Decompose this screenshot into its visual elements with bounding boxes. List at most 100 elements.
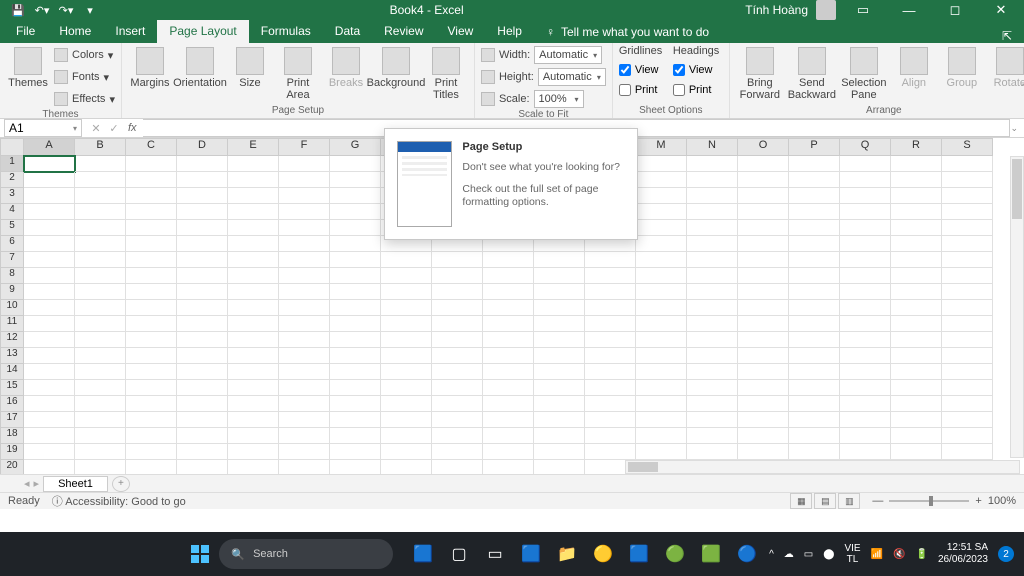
cell[interactable] xyxy=(789,156,840,172)
cell[interactable] xyxy=(381,380,432,396)
page-layout-view-icon[interactable]: ▤ xyxy=(814,493,836,509)
cell[interactable] xyxy=(24,172,75,188)
row-header[interactable]: 19 xyxy=(0,444,24,460)
cell[interactable] xyxy=(636,300,687,316)
row-header[interactable]: 17 xyxy=(0,412,24,428)
cell[interactable] xyxy=(381,444,432,460)
column-header[interactable]: R xyxy=(891,138,942,156)
cancel-formula-icon[interactable]: ✕ xyxy=(88,122,104,135)
cell[interactable] xyxy=(840,284,891,300)
cell[interactable] xyxy=(891,172,942,188)
zoom-slider[interactable] xyxy=(889,500,969,502)
cell[interactable] xyxy=(126,428,177,444)
cell[interactable] xyxy=(279,188,330,204)
cell[interactable] xyxy=(279,252,330,268)
background-button[interactable]: Background xyxy=(372,45,420,89)
cell[interactable] xyxy=(840,316,891,332)
zoom-in-icon[interactable]: + xyxy=(975,495,981,507)
close-icon[interactable]: ✕ xyxy=(982,2,1020,18)
cell[interactable] xyxy=(75,204,126,220)
cell[interactable] xyxy=(840,428,891,444)
cell[interactable] xyxy=(228,204,279,220)
cell[interactable] xyxy=(228,284,279,300)
tray-chevron-icon[interactable]: ^ xyxy=(769,549,774,560)
cell[interactable] xyxy=(942,316,993,332)
cell[interactable] xyxy=(483,268,534,284)
row-header[interactable]: 11 xyxy=(0,316,24,332)
row-header[interactable]: 14 xyxy=(0,364,24,380)
cell[interactable] xyxy=(789,172,840,188)
cell[interactable] xyxy=(789,236,840,252)
cell[interactable] xyxy=(738,348,789,364)
cell[interactable] xyxy=(279,220,330,236)
cell[interactable] xyxy=(177,204,228,220)
cell[interactable] xyxy=(534,300,585,316)
cell[interactable] xyxy=(534,428,585,444)
tab-formulas[interactable]: Formulas xyxy=(249,20,323,43)
cell[interactable] xyxy=(891,156,942,172)
row-header[interactable]: 7 xyxy=(0,252,24,268)
cell[interactable] xyxy=(330,300,381,316)
cell[interactable] xyxy=(789,364,840,380)
cell[interactable] xyxy=(177,332,228,348)
row-header[interactable]: 6 xyxy=(0,236,24,252)
cell[interactable] xyxy=(534,364,585,380)
width-combo[interactable]: Automatic xyxy=(534,46,602,64)
cell[interactable] xyxy=(432,284,483,300)
cell[interactable] xyxy=(228,444,279,460)
cell[interactable] xyxy=(840,332,891,348)
cell[interactable] xyxy=(177,348,228,364)
page-break-view-icon[interactable]: ▥ xyxy=(838,493,860,509)
new-sheet-button[interactable]: + xyxy=(112,476,130,492)
user-name[interactable]: Tính Hoàng xyxy=(745,3,808,17)
cell[interactable] xyxy=(942,252,993,268)
cell[interactable] xyxy=(585,316,636,332)
tell-me[interactable]: ♀ Tell me what you want to do xyxy=(534,21,721,43)
taskbar-explorer-icon[interactable]: 📁 xyxy=(551,538,583,570)
tray-wifi-icon[interactable]: 📶 xyxy=(871,549,883,560)
cell[interactable] xyxy=(687,284,738,300)
cell[interactable] xyxy=(75,332,126,348)
cell[interactable] xyxy=(534,348,585,364)
cell[interactable] xyxy=(126,156,177,172)
cell[interactable] xyxy=(738,412,789,428)
tab-insert[interactable]: Insert xyxy=(103,20,157,43)
cell[interactable] xyxy=(279,364,330,380)
cell[interactable] xyxy=(636,348,687,364)
cell[interactable] xyxy=(330,316,381,332)
cell[interactable] xyxy=(942,220,993,236)
cell[interactable] xyxy=(228,188,279,204)
column-header[interactable]: N xyxy=(687,138,738,156)
vertical-scrollbar[interactable] xyxy=(1010,156,1024,458)
cell[interactable] xyxy=(126,188,177,204)
cell[interactable] xyxy=(24,364,75,380)
cell[interactable] xyxy=(381,348,432,364)
cell[interactable] xyxy=(75,252,126,268)
gridlines-print-check[interactable]: Print xyxy=(619,81,669,99)
undo-icon[interactable]: ↶▾ xyxy=(32,4,52,17)
cell[interactable] xyxy=(483,348,534,364)
column-header[interactable]: G xyxy=(330,138,381,156)
row-header[interactable]: 4 xyxy=(0,204,24,220)
cell[interactable] xyxy=(891,284,942,300)
cell[interactable] xyxy=(534,316,585,332)
cell[interactable] xyxy=(330,220,381,236)
cell[interactable] xyxy=(75,428,126,444)
cell[interactable] xyxy=(126,332,177,348)
cell[interactable] xyxy=(228,380,279,396)
cell[interactable] xyxy=(279,444,330,460)
cell[interactable] xyxy=(585,268,636,284)
cell[interactable] xyxy=(789,348,840,364)
cell[interactable] xyxy=(432,348,483,364)
tab-page-layout[interactable]: Page Layout xyxy=(157,20,248,43)
cell[interactable] xyxy=(891,428,942,444)
cell[interactable] xyxy=(279,300,330,316)
cell[interactable] xyxy=(585,444,636,460)
themes-button[interactable]: Themes xyxy=(6,45,50,89)
cell[interactable] xyxy=(483,284,534,300)
cell[interactable] xyxy=(279,332,330,348)
column-header[interactable]: S xyxy=(942,138,993,156)
cell[interactable] xyxy=(330,348,381,364)
cell[interactable] xyxy=(381,364,432,380)
cell[interactable] xyxy=(126,364,177,380)
